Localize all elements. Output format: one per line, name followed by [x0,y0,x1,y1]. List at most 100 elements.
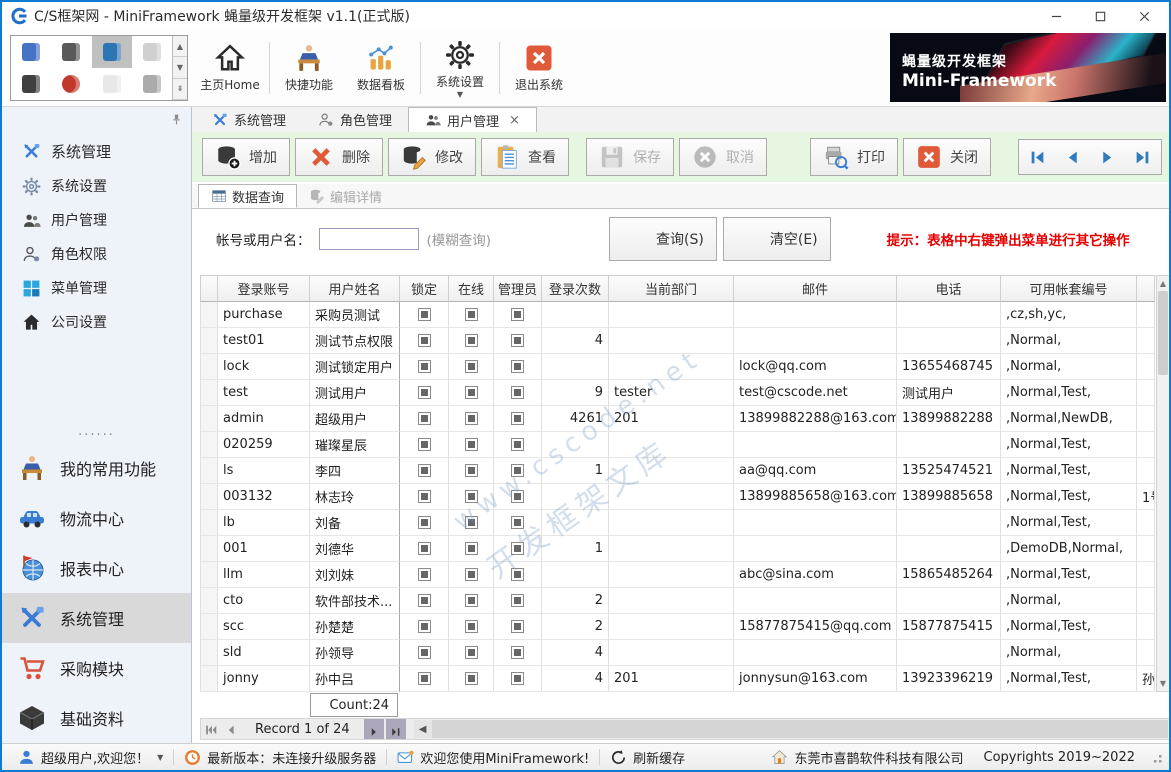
close-button[interactable] [1125,2,1169,30]
locked-checkbox[interactable] [418,438,431,451]
nav-last-icon[interactable] [1134,149,1151,166]
maximize-button[interactable] [1081,2,1125,30]
print-button[interactable]: 打印 [810,138,898,176]
admin-checkbox[interactable] [511,490,524,503]
column-header[interactable] [1137,275,1155,302]
column-header[interactable]: 邮件 [734,275,897,302]
admin-checkbox[interactable] [511,464,524,477]
locked-checkbox[interactable] [418,334,431,347]
nav-first-icon[interactable] [1029,149,1046,166]
table-row[interactable]: 001刘德华1,DemoDB,Normal, [200,536,1170,562]
online-checkbox[interactable] [465,672,478,685]
sidebar-item-system-settings[interactable]: 系统设置 [2,169,191,203]
dashboard-button[interactable]: 数据看板 [345,34,417,102]
resize-grip-icon[interactable] [1149,750,1163,764]
locked-checkbox[interactable] [418,516,431,529]
online-checkbox[interactable] [465,334,478,347]
sidebar-item-role-permissions[interactable]: 角色权限 [2,237,191,271]
tab-role-management[interactable]: 角色管理 [302,107,408,132]
locked-checkbox[interactable] [418,386,431,399]
record-prev-icon[interactable] [224,722,238,736]
minimize-button[interactable] [1037,2,1081,30]
theme-gallery-scrollbar[interactable]: ▲▼⇟ [172,36,187,100]
account-search-input[interactable] [319,228,419,250]
admin-checkbox[interactable] [511,386,524,399]
online-checkbox[interactable] [465,620,478,633]
pin-icon[interactable] [170,111,183,124]
welcome-message[interactable]: 欢迎您使用MiniFramework! [387,748,599,767]
nav-next-icon[interactable] [1099,149,1116,166]
clear-button[interactable]: 清空(E) [723,217,831,261]
sidebar-item-user-management[interactable]: 用户管理 [2,203,191,237]
module-base-data[interactable]: 基础资料 [2,693,191,743]
online-checkbox[interactable] [465,542,478,555]
query-button[interactable]: 查询(S) [609,217,717,261]
admin-checkbox[interactable] [511,360,524,373]
locked-checkbox[interactable] [418,672,431,685]
admin-checkbox[interactable] [511,620,524,633]
locked-checkbox[interactable] [418,542,431,555]
locked-checkbox[interactable] [418,308,431,321]
module-logistics-center[interactable]: 物流中心 [2,493,191,543]
locked-checkbox[interactable] [418,412,431,425]
table-row[interactable]: 003132林志玲13899885658@163.com13899885658,… [200,484,1170,510]
admin-checkbox[interactable] [511,568,524,581]
record-first-icon[interactable] [204,722,218,736]
admin-checkbox[interactable] [511,672,524,685]
admin-checkbox[interactable] [511,594,524,607]
tab-close-icon[interactable]: × [509,113,520,128]
view-button[interactable]: 查看 [481,138,569,176]
close-button-toolbar[interactable]: 关闭 [903,138,991,176]
module-my-favorites[interactable]: 我的常用功能 [2,443,191,493]
table-row[interactable]: llm刘刘妹abc@sina.com15865485264,Normal,Tes… [200,562,1170,588]
delete-button[interactable]: 删除 [295,138,383,176]
tab-user-management[interactable]: 用户管理× [408,107,537,132]
column-header[interactable]: 登录账号 [218,275,310,302]
table-row[interactable]: lock测试锁定用户lock@qq.com13655468745,Normal, [200,354,1170,380]
admin-checkbox[interactable] [511,646,524,659]
column-header[interactable]: 锁定 [400,275,449,302]
admin-checkbox[interactable] [511,412,524,425]
module-purchase[interactable]: 采购模块 [2,643,191,693]
modify-button[interactable]: 修改 [388,138,476,176]
column-header[interactable]: 登录次数 [542,275,609,302]
admin-checkbox[interactable] [511,516,524,529]
theme-thumbnail[interactable] [51,68,91,100]
online-checkbox[interactable] [465,516,478,529]
record-last-button[interactable] [386,719,406,739]
locked-checkbox[interactable] [418,594,431,607]
column-header[interactable]: 可用帐套编号 [1001,275,1137,302]
column-header[interactable]: 管理员 [494,275,542,302]
online-checkbox[interactable] [465,360,478,373]
table-row[interactable]: test01测试节点权限4,Normal, [200,328,1170,354]
theme-thumbnail[interactable] [132,68,172,100]
locked-checkbox[interactable] [418,360,431,373]
table-row[interactable]: purchase采购员测试,cz,sh,yc, [200,302,1170,328]
quick-functions-button[interactable]: 快捷功能 [273,34,345,102]
theme-thumbnail[interactable] [11,36,51,68]
column-header[interactable] [200,275,218,302]
hscroll-left-arrow[interactable]: ◀ [414,720,432,738]
theme-thumbnail[interactable] [132,36,172,68]
column-header[interactable]: 在线 [449,275,494,302]
column-header[interactable]: 当前部门 [609,275,734,302]
locked-checkbox[interactable] [418,568,431,581]
table-row[interactable]: scc孙楚楚215877875415@qq.com15877875415,Nor… [200,614,1170,640]
online-checkbox[interactable] [465,464,478,477]
locked-checkbox[interactable] [418,490,431,503]
sidebar-item-company-settings[interactable]: 公司设置 [2,305,191,339]
sidebar-item-system-management[interactable]: 系统管理 [2,134,191,169]
refresh-cache[interactable]: 刷新缓存 [600,748,695,767]
column-header[interactable]: 电话 [897,275,1001,302]
locked-checkbox[interactable] [418,646,431,659]
grid-header[interactable]: 登录账号用户姓名锁定在线管理员登录次数当前部门邮件电话可用帐套编号 [200,275,1170,302]
module-report-center[interactable]: 报表中心 [2,543,191,593]
table-row[interactable]: jonny孙中吕4201jonnysun@163.com13923396219,… [200,666,1170,692]
admin-checkbox[interactable] [511,308,524,321]
online-checkbox[interactable] [465,490,478,503]
system-settings-button[interactable]: 系统设置▼ [424,34,496,102]
table-row[interactable]: test测试用户9testertest@cscode.net测试用户,Norma… [200,380,1170,406]
online-checkbox[interactable] [465,568,478,581]
table-row[interactable]: admin超级用户426120113899882288@163.com13899… [200,406,1170,432]
horizontal-scrollbar[interactable] [432,720,1168,738]
